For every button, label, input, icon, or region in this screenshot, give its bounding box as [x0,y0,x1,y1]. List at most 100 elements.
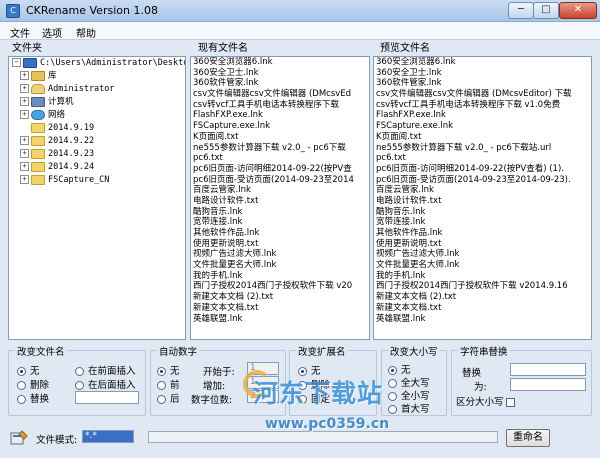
list-item[interactable]: 360安全浏览器6.lnk [374,57,591,68]
list-item[interactable]: pc6.txt [374,153,591,164]
expander-icon[interactable]: + [20,136,29,145]
list-item[interactable]: 电路设计软件.txt [191,196,369,207]
file-pattern-input[interactable]: *.* [82,430,134,443]
tree-node[interactable]: − C:\Users\Administrator\Desktop [9,57,185,70]
preview-files-list[interactable]: 360安全浏览器6.lnk 360安全卫士.lnk 360软件管家.lnk csv文件… [373,56,592,340]
tree-node[interactable]: + 计算机 [9,96,185,109]
tree-node[interactable]: +2014.9.24 [9,161,185,174]
list-item[interactable]: K页面阅.txt [374,132,591,143]
tree-node[interactable]: + 库 [9,70,185,83]
list-item[interactable]: ne555参数计算器下载 v2.0_ - pc6下载 [191,143,369,154]
list-item[interactable]: 新建文本文档.txt [191,303,369,314]
expander-icon[interactable]: + [20,149,29,158]
menu-options[interactable]: 选项 [42,25,62,40]
list-item[interactable]: 我的手机.lnk [191,271,369,282]
list-item[interactable]: csv转vcf工具手机电话本转换程序下载 [191,100,369,111]
list-item[interactable]: 使用更新说明.txt [191,239,369,250]
list-item[interactable]: FlashFXP.exe.lnk [191,110,369,121]
list-item[interactable]: ne555参数计算器下载 v2.0_ - pc6下载站.url [374,143,591,154]
list-item[interactable]: pc6.txt [191,153,369,164]
auto-number-front-radio[interactable]: 前 [157,377,180,391]
list-item[interactable]: 其他软件作品.lnk [191,228,369,239]
change-filename-text-input[interactable] [75,391,139,404]
list-item[interactable]: 西门子授权2014西门子授权软件下载 v2014.9.16 [374,281,591,292]
list-item[interactable]: 360软件管家.lnk [191,78,369,89]
increment-input[interactable]: 1 [247,376,279,389]
list-item[interactable]: pc6旧页面-访问明细2014-09-22(按PV查看) (1). [374,164,591,175]
list-item[interactable]: 新建文本文档 (2).txt [374,292,591,303]
current-files-list[interactable]: 360安全浏览器6.lnk 360安全卫士.lnk 360软件管家.lnk csv文件… [190,56,370,340]
tree-node[interactable]: +2014.9.23 [9,148,185,161]
list-item[interactable]: 使用更新说明.txt [374,239,591,250]
list-item[interactable]: csv文件编辑器csv文件编辑器 (DMcsvEd [191,89,369,100]
list-item[interactable]: 文件批量更名大师.lnk [374,260,591,271]
list-item[interactable]: 视频广告过滤大师.lnk [374,249,591,260]
list-item[interactable]: 百度云管家.lnk [374,185,591,196]
replace-from-input[interactable] [510,363,586,376]
expander-icon[interactable]: + [20,71,29,80]
list-item[interactable]: 视频广告过滤大师.lnk [191,249,369,260]
list-item[interactable]: 酷狗音乐.lnk [374,207,591,218]
auto-number-back-radio[interactable]: 后 [157,391,180,405]
tree-node[interactable]: +2014.9.22 [9,135,185,148]
list-item[interactable]: csv转vcf工具手机电话本转换程序下载 v1.0免费 [374,100,591,111]
list-item[interactable]: pc6旧页面-访问明细2014-09-22(按PV查 [191,164,369,175]
maximize-button[interactable]: □ [533,2,559,19]
list-item[interactable]: 宽带连接.lnk [374,217,591,228]
list-item[interactable]: 360安全浏览器6.lnk [191,57,369,68]
auto-number-none-radio[interactable]: 无 [157,363,180,377]
list-item[interactable]: csv文件编辑器csv文件编辑器 (DMcsvEditor) 下载 [374,89,591,100]
tree-node[interactable]: + FSCapture_CN [9,174,185,187]
ext-delete-radio[interactable]: 删除 [298,377,330,391]
list-item[interactable]: 新建文本文档 (2).txt [191,292,369,303]
close-button[interactable]: ✕ [559,2,597,19]
case-all-lower-radio[interactable]: 全小写 [388,388,430,402]
list-item[interactable]: 文件批量更名大师.lnk [191,260,369,271]
list-item[interactable]: 我的手机.lnk [374,271,591,282]
menu-help[interactable]: 帮助 [76,25,96,40]
ext-fixed-radio[interactable]: 固定 [298,391,330,405]
insert-back-radio[interactable]: 在后面插入 [75,377,136,391]
list-item[interactable]: 宽带连接.lnk [191,217,369,228]
case-sensitive-checkbox[interactable]: 区分大小写 [456,394,515,408]
list-item[interactable]: 新建文本文档.txt [374,303,591,314]
minimize-button[interactable]: ─ [508,2,534,19]
list-item[interactable]: 360安全卫士.lnk [374,68,591,79]
list-item[interactable]: 酷狗音乐.lnk [191,207,369,218]
ext-none-radio[interactable]: 无 [298,363,321,377]
expander-icon[interactable]: + [20,97,29,106]
list-item[interactable]: 电路设计软件.txt [374,196,591,207]
tree-node[interactable]: + Administrator [9,83,185,96]
replace-to-input[interactable] [510,378,586,391]
insert-front-radio[interactable]: 在前面插入 [75,363,136,377]
expander-icon[interactable]: − [12,58,21,67]
list-item[interactable]: 360软件管家.lnk [374,78,591,89]
tree-node[interactable]: 2014.9.19 [9,122,185,135]
list-item[interactable]: pc6旧页面-受访页面(2014-09-23至2014-09-23). [374,175,591,186]
list-item[interactable]: pc6旧页面-受访页面(2014-09-23至2014 [191,175,369,186]
expander-icon[interactable]: + [20,84,29,93]
digits-input[interactable]: 3 [247,390,279,403]
list-item[interactable]: 英雄联盟.lnk [191,314,369,325]
list-item[interactable]: 360安全卫士.lnk [191,68,369,79]
list-item[interactable]: 百度云管家.lnk [191,185,369,196]
tree-node[interactable]: + 网络 [9,109,185,122]
case-none-radio[interactable]: 无 [388,362,411,376]
list-item[interactable]: FlashFXP.exe.lnk [374,110,591,121]
case-first-upper-radio[interactable]: 首大写 [388,401,430,415]
folder-tree[interactable]: − C:\Users\Administrator\Desktop + 库 + Admini… [8,56,186,340]
list-item[interactable]: 西门子授权2014西门子授权软件下载 v20 [191,281,369,292]
list-item[interactable]: FSCapture.exe.lnk [374,121,591,132]
start-at-input[interactable]: 1 [247,362,279,375]
list-item[interactable]: FSCapture.exe.lnk [191,121,369,132]
expander-icon[interactable]: + [20,162,29,171]
change-filename-delete-radio[interactable]: 删除 [17,377,49,391]
rename-button[interactable]: 重命名 [506,429,550,447]
expander-icon[interactable]: + [20,110,29,119]
menu-file[interactable]: 文件 [10,25,30,40]
list-item[interactable]: K页面阅.txt [191,132,369,143]
case-all-upper-radio[interactable]: 全大写 [388,375,430,389]
change-filename-none-radio[interactable]: 无 [17,363,40,377]
list-item[interactable]: 其他软件作品.lnk [374,228,591,239]
change-filename-replace-radio[interactable]: 替换 [17,391,49,405]
